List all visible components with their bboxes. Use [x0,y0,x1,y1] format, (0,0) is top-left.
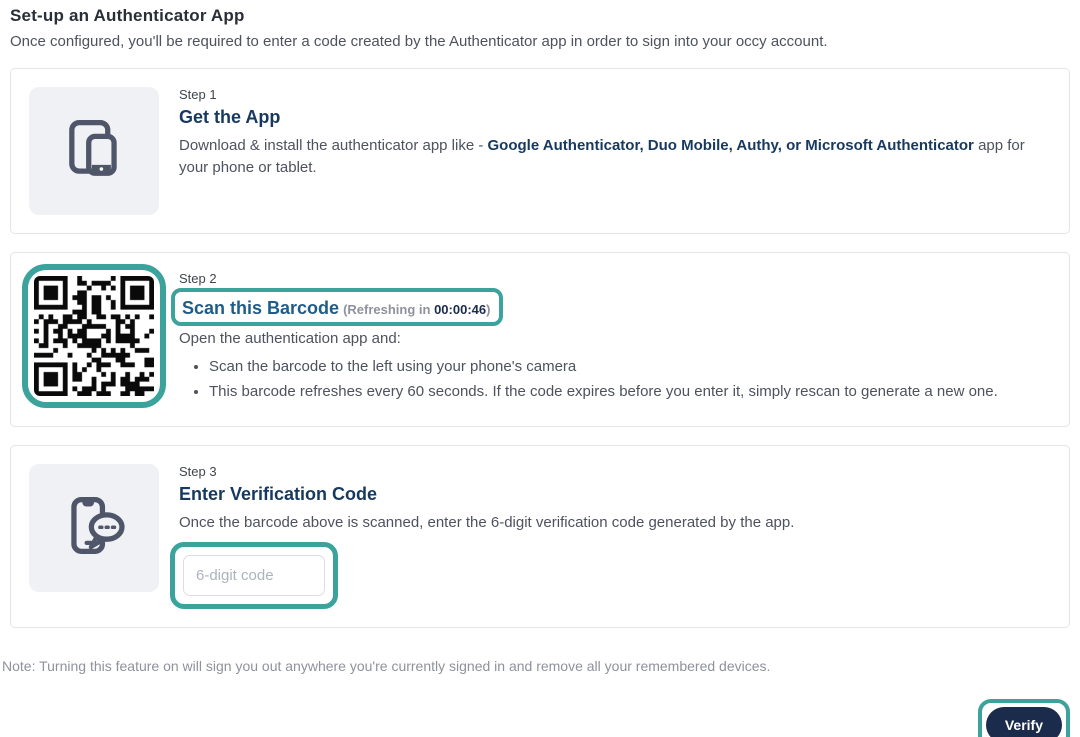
step3-icon-tile [29,464,159,592]
step3-heading: Enter Verification Code [179,484,378,504]
phone-chat-icon [56,488,132,569]
tablet-phone-icon [56,111,132,192]
step3-description: Once the barcode above is scanned, enter… [179,514,795,531]
step2-bullet-2: This barcode refreshes every 60 seconds.… [209,383,1057,400]
authenticator-setup-page: Set-up an Authenticator App Once configu… [0,0,1080,737]
footer-note: Note: Turning this feature on will sign … [2,657,771,674]
code-input-annotation [170,541,338,609]
scan-barcode-annotation: Scan this Barcode (Refreshing in 00:00:4… [171,288,504,326]
step2-intro: Open the authentication app and: [179,330,401,347]
footer-actions: Verify [10,698,1070,737]
countdown-timer: 00:00:46 [434,302,487,317]
step1-desc-apps: Google Authenticator, Duo Mobile, Authy,… [487,137,974,154]
qr-code-annotation [22,264,166,408]
step2-card: Step 2 Scan this Barcode (Refreshing in … [10,252,1070,427]
step2-content: Step 2 Scan this Barcode (Refreshing in … [165,271,1057,400]
verification-code-input[interactable] [183,554,325,596]
step2-label: Step 2 [179,271,217,286]
step1-desc-prefix: Download & install the authenticator app… [179,137,488,154]
step2-heading: Scan this Barcode [182,298,340,318]
step1-description: Download & install the authenticator app… [179,135,1039,179]
step1-content: Step 1 Get the App Download & install th… [165,87,1057,179]
step1-heading: Get the App [179,107,281,127]
step2-bullet-list: Scan the barcode to the left using your … [209,358,1057,400]
step2-bullet-1: Scan the barcode to the left using your … [209,358,1057,375]
step3-content: Step 3 Enter Verification Code Once the … [165,464,1057,609]
step1-label: Step 1 [179,87,217,102]
page-title: Set-up an Authenticator App [10,6,245,25]
step1-icon-tile [29,87,159,215]
qr-code [34,276,154,396]
verify-button-annotation: Verify [977,698,1070,737]
step2-qr-column [22,264,166,408]
step3-label: Step 3 [179,464,217,479]
page-subtitle: Once configured, you'll be required to e… [10,33,828,50]
step1-icon-column [23,87,165,215]
refresh-prefix: (Refreshing in [343,302,435,317]
verify-button[interactable]: Verify [985,706,1062,737]
step1-card: Step 1 Get the App Download & install th… [10,68,1070,234]
refresh-countdown: (Refreshing in 00:00:46) [343,302,490,317]
step3-icon-column [23,464,165,592]
refresh-suffix: ) [486,302,491,317]
step3-card: Step 3 Enter Verification Code Once the … [10,445,1070,628]
